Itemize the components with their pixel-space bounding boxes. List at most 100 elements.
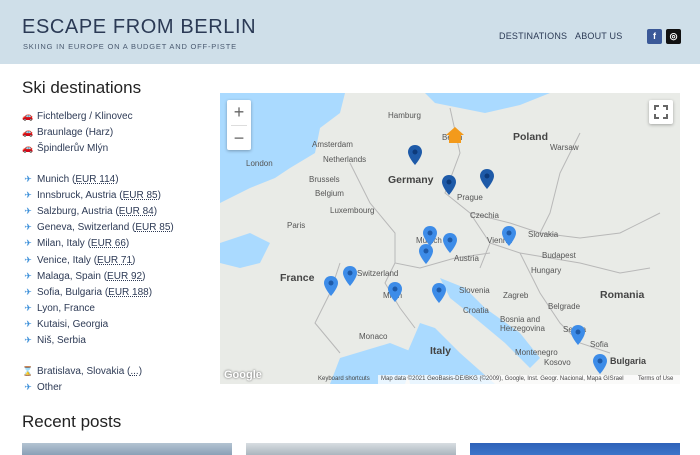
map-label-country: Hungary — [531, 266, 562, 275]
destination-link[interactable]: ✈ Venice, Italy (EUR 71) — [22, 252, 212, 268]
destination-link[interactable]: ✈ Salzburg, Austria (EUR 84) — [22, 203, 212, 219]
plane-icon: ✈ — [24, 335, 32, 346]
map-label-country: Germany — [388, 174, 434, 186]
destination-link[interactable]: ✈ Geneva, Switzerland (EUR 85) — [22, 219, 212, 235]
map-label-country: Austria — [454, 254, 479, 263]
plane-icon: ✈ — [24, 189, 32, 200]
plane-icon: ✈ — [24, 381, 32, 392]
plane-icon: ✈ — [24, 270, 32, 281]
destination-link[interactable]: ✈ Innsbruck, Austria (EUR 85) — [22, 187, 212, 203]
map-marker[interactable] — [388, 282, 402, 302]
plane-icon: ✈ — [24, 173, 32, 184]
map-label-city: Hamburg — [388, 111, 421, 120]
map-label-city: Paris — [287, 221, 306, 230]
destination-link[interactable]: 🚗 Braunlage (Harz) — [22, 124, 212, 140]
plane-icon: ✈ — [24, 319, 32, 330]
destination-link[interactable]: ✈ Sofia, Bulgaria (EUR 188) — [22, 284, 212, 300]
map-label-city: Amsterdam — [312, 140, 353, 149]
site-header: ESCAPE FROM BERLIN SKIING IN EUROPE ON A… — [0, 0, 700, 64]
plane-icon: ✈ — [24, 222, 32, 233]
destination-link[interactable]: 🚗 Špindlerův Mlýn — [22, 140, 212, 156]
post-thumbnail[interactable] — [470, 443, 680, 455]
recent-posts-title: Recent posts — [22, 412, 122, 431]
map-label-country: Poland — [513, 131, 549, 143]
map-marker[interactable] — [443, 233, 457, 253]
map-marker[interactable] — [502, 226, 516, 246]
map-label-city: Monaco — [359, 332, 388, 341]
map-attribution: Map data ©2021 GeoBasis-DE/BKG (©2009), … — [381, 376, 624, 382]
nav-destinations[interactable]: DESTINATIONS — [499, 31, 567, 41]
map-label-city: Kosovo — [544, 358, 571, 367]
map-label-city: Belgrade — [548, 302, 581, 311]
map-marker[interactable] — [423, 226, 437, 246]
destination-link[interactable]: 🚗 Fichtelberg / Klinovec — [22, 108, 212, 124]
google-logo[interactable]: Google — [224, 369, 262, 381]
post-thumbnail[interactable] — [22, 443, 232, 455]
plane-icon: ✈ — [24, 254, 32, 265]
map-label-city: Bosnia and Herzegovina — [500, 315, 545, 333]
english-channel — [220, 233, 270, 268]
map-marker[interactable] — [593, 354, 607, 374]
map-attribution-bar: Map data ©2021 GeoBasis-DE/BKG (©2009), … — [318, 375, 680, 384]
plane-icon: ✈ — [24, 238, 32, 249]
fullscreen-button[interactable] — [649, 100, 673, 124]
map-marker[interactable] — [571, 325, 585, 345]
destination-link[interactable]: ✈ Niš, Serbia — [22, 332, 212, 348]
hourglass-icon: ⌛ — [22, 365, 34, 376]
map-label-city: London — [246, 159, 273, 168]
keyboard-shortcuts-link[interactable]: Keyboard shortcuts — [318, 375, 370, 384]
post-thumbnail[interactable] — [246, 443, 456, 455]
site-tagline: SKIING IN EUROPE ON A BUDGET AND OFF-PIS… — [23, 42, 237, 51]
car-icon: 🚗 — [22, 127, 34, 138]
destination-link[interactable]: ✈ Other — [22, 379, 212, 395]
map-label-city: Sofia — [590, 340, 609, 349]
map-label-city: Budapest — [542, 251, 576, 260]
destination-link[interactable]: ✈ Milan, Italy (EUR 66) — [22, 235, 212, 251]
map-marker[interactable] — [480, 169, 494, 189]
map-marker[interactable] — [419, 244, 433, 264]
plane-icon: ✈ — [24, 205, 32, 216]
nav-about-us[interactable]: ABOUT US — [575, 31, 622, 41]
car-icon: 🚗 — [22, 143, 34, 154]
zoom-control: + − — [227, 100, 251, 150]
map-label-country: Croatia — [463, 306, 489, 315]
destination-link[interactable]: ⌛ Bratislava, Slovakia (...) — [22, 363, 212, 379]
map-label-country: Netherlands — [323, 155, 367, 164]
instagram-icon[interactable]: ◎ — [666, 29, 681, 44]
map-marker[interactable] — [343, 266, 357, 286]
plane-icon: ✈ — [24, 303, 32, 314]
map-label-country: Italy — [430, 345, 452, 357]
map-label-country: Belgium — [315, 189, 344, 198]
map-label-city: Brussels — [309, 175, 340, 184]
map-marker[interactable] — [432, 283, 446, 303]
map-label-city: Montenegro — [515, 348, 558, 357]
map-marker[interactable] — [408, 145, 422, 165]
fullscreen-icon — [654, 105, 668, 119]
map-marker[interactable] — [324, 276, 338, 296]
car-icon: 🚗 — [22, 111, 34, 121]
map-label-city: Zagreb — [503, 291, 529, 300]
sidebar-title: Ski destinations — [22, 78, 142, 97]
destination-link[interactable]: ✈ Lyon, France — [22, 300, 212, 316]
map-label-country: Czechia — [470, 211, 499, 220]
map-label-country: Bulgaria — [610, 356, 647, 366]
destination-link[interactable]: ✈ Munich (EUR 114) — [22, 171, 212, 187]
map-label-country: Luxembourg — [330, 206, 375, 215]
map-label-city: Warsaw — [550, 143, 579, 152]
destination-link[interactable]: ✈ Kutaisi, Georgia — [22, 316, 212, 332]
zoom-out-button[interactable]: − — [227, 126, 251, 150]
plane-icon: ✈ — [24, 286, 32, 297]
map-marker[interactable] — [442, 175, 456, 195]
zoom-in-button[interactable]: + — [227, 100, 251, 124]
destination-link[interactable]: ✈ Malaga, Spain (EUR 92) — [22, 268, 212, 284]
map-label-country: Slovakia — [528, 230, 559, 239]
destinations-map[interactable]: Poland Germany France Italy Romania Czec… — [220, 93, 680, 384]
facebook-icon[interactable]: f — [647, 29, 662, 44]
terms-link[interactable]: Terms of Use — [638, 375, 673, 384]
map-label-country: France — [280, 272, 315, 284]
site-title[interactable]: ESCAPE FROM BERLIN — [22, 16, 256, 39]
map-label-city: Prague — [457, 193, 483, 202]
map-label-country: Slovenia — [459, 286, 490, 295]
home-marker-icon[interactable] — [446, 127, 464, 143]
baltic-sea — [425, 93, 550, 113]
